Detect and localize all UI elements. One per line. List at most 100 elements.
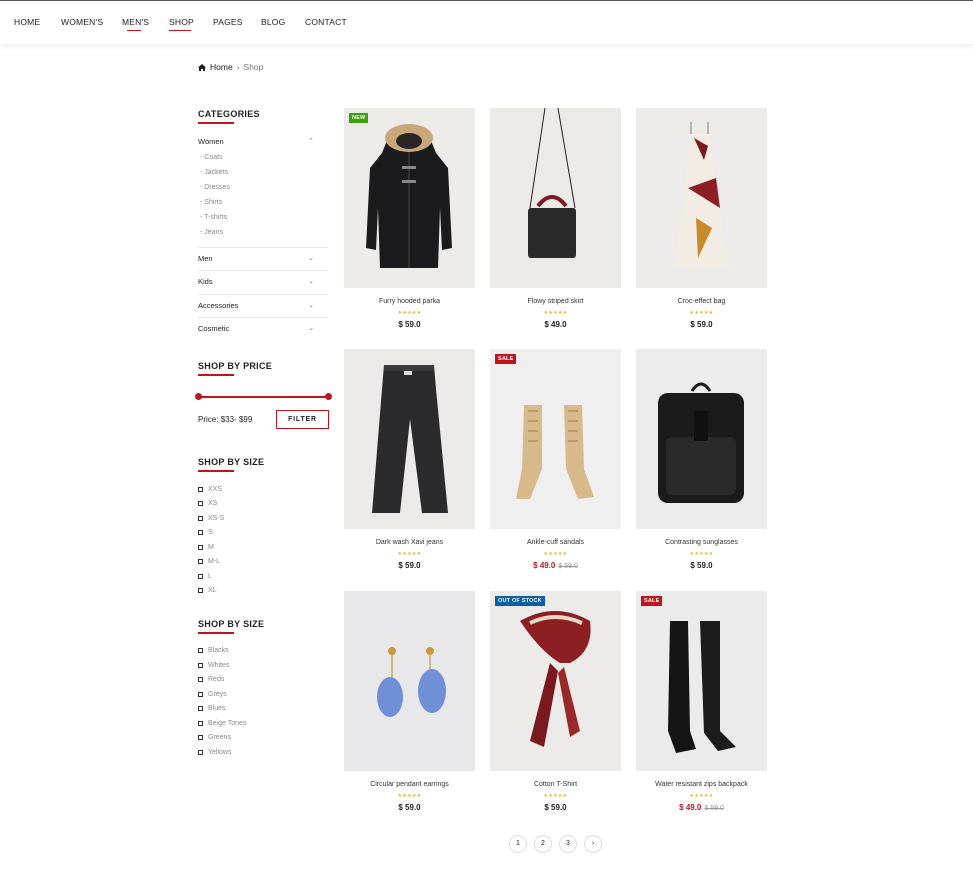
nav-home[interactable]: HOME bbox=[14, 17, 61, 27]
filter-button[interactable]: FILTER bbox=[276, 410, 329, 429]
checkbox[interactable] bbox=[198, 530, 203, 535]
product-price: $ 59.0 bbox=[636, 561, 767, 570]
sale-badge: SALE bbox=[641, 596, 663, 606]
scarf-illustration bbox=[520, 611, 591, 747]
nav-contact[interactable]: CONTACT bbox=[305, 17, 355, 27]
product-name[interactable]: Water resistant zips backpack bbox=[636, 781, 767, 788]
next-page-button[interactable]: › bbox=[584, 835, 602, 853]
product-name[interactable]: Flowy striped skirt bbox=[490, 298, 621, 305]
checkbox[interactable] bbox=[198, 692, 203, 697]
scarf-image[interactable]: OUT OF STOCK bbox=[490, 591, 621, 771]
size-option-xxs[interactable]: XXS bbox=[198, 486, 222, 493]
subcategory-jackets[interactable]: - Jackets bbox=[200, 169, 228, 176]
size-option-xs[interactable]: XS bbox=[198, 500, 217, 507]
checkbox[interactable] bbox=[198, 574, 203, 579]
price-min: $33 bbox=[220, 415, 235, 424]
subcategory-coats[interactable]: - Coats bbox=[200, 154, 223, 161]
product-name[interactable]: Cotton T-Shirt bbox=[490, 781, 621, 788]
checkbox[interactable] bbox=[198, 663, 203, 668]
old-price: $ 59.0 bbox=[558, 563, 578, 570]
product-name[interactable]: Furry hooded parka bbox=[344, 298, 475, 305]
size-option-m[interactable]: M bbox=[198, 544, 214, 551]
size-option-s[interactable]: S bbox=[198, 529, 213, 536]
tall-boots-image[interactable]: SALE bbox=[636, 591, 767, 771]
earrings-image[interactable] bbox=[344, 591, 475, 771]
product-price: $ 59.0 bbox=[344, 561, 475, 570]
subcategory-tshirts[interactable]: - T-shirts bbox=[200, 214, 227, 221]
checkbox[interactable] bbox=[198, 559, 203, 564]
boots-image[interactable]: SALE bbox=[490, 349, 621, 529]
size-label: M-L bbox=[208, 558, 221, 565]
price-filter-title: SHOP BY PRICE bbox=[198, 361, 273, 376]
checkbox[interactable] bbox=[198, 501, 203, 506]
product-price: $ 59.0 bbox=[490, 803, 621, 812]
page-3-button[interactable]: 3 bbox=[559, 835, 577, 853]
home-icon[interactable] bbox=[198, 63, 206, 71]
coat-image[interactable]: NEW bbox=[344, 108, 475, 288]
nav-shop[interactable]: SHOP bbox=[169, 17, 213, 31]
color-option-blacks[interactable]: Blacks bbox=[198, 647, 229, 654]
jeans-image[interactable] bbox=[344, 349, 475, 529]
color-option-beige-tones[interactable]: Beige Tones bbox=[198, 720, 246, 727]
subcategory-dresses[interactable]: - Dresses bbox=[200, 184, 230, 191]
checkbox[interactable] bbox=[198, 677, 203, 682]
product-name[interactable]: Circular pendant earrings bbox=[344, 781, 475, 788]
divider bbox=[198, 294, 328, 295]
product-name[interactable]: Croc-effect bag bbox=[636, 298, 767, 305]
color-option-reds[interactable]: Reds bbox=[198, 676, 224, 683]
checkbox[interactable] bbox=[198, 721, 203, 726]
size-option-xs-s[interactable]: XS-S bbox=[198, 515, 224, 522]
price-slider-max-handle[interactable] bbox=[325, 393, 332, 400]
category-label: Men bbox=[198, 254, 213, 263]
color-label: Greys bbox=[208, 691, 227, 698]
checkbox[interactable] bbox=[198, 545, 203, 550]
color-option-whites[interactable]: Whites bbox=[198, 662, 229, 669]
price-label: Price: bbox=[198, 415, 219, 424]
size-option-xl[interactable]: XL bbox=[198, 587, 217, 594]
checkbox[interactable] bbox=[198, 648, 203, 653]
color-label: Yellows bbox=[208, 749, 232, 756]
nav-womens[interactable]: WOMEN'S bbox=[61, 17, 122, 27]
top-navigation-bar: HOME WOMEN'S MEN'S SHOP PAGES BLOG CONTA… bbox=[0, 0, 973, 44]
color-option-greys[interactable]: Greys bbox=[198, 691, 227, 698]
category-cosmetic[interactable]: Cosmetic ⌄ bbox=[198, 324, 328, 333]
price-slider-track[interactable] bbox=[198, 396, 328, 398]
price-slider-min-handle[interactable] bbox=[195, 393, 202, 400]
page-1-button[interactable]: 1 bbox=[509, 835, 527, 853]
chevron-down-icon: ⌄ bbox=[308, 278, 314, 285]
bag-image[interactable] bbox=[490, 108, 621, 288]
backpack-image[interactable] bbox=[636, 349, 767, 529]
checkbox[interactable] bbox=[198, 487, 203, 492]
category-men[interactable]: Men ⌄ bbox=[198, 254, 328, 263]
nav-mens[interactable]: MEN'S bbox=[122, 17, 169, 31]
subcategory-shirts[interactable]: - Shirts bbox=[200, 199, 222, 206]
rating-stars: ★★★★★ bbox=[543, 793, 568, 799]
checkbox[interactable] bbox=[198, 516, 203, 521]
checkbox[interactable] bbox=[198, 706, 203, 711]
category-kids[interactable]: Kids ⌄ bbox=[198, 277, 328, 286]
subcategory-jeans[interactable]: - Jeans bbox=[200, 229, 223, 236]
product-name[interactable]: Contrasting sunglasses bbox=[636, 539, 767, 546]
checkbox[interactable] bbox=[198, 588, 203, 593]
checkbox[interactable] bbox=[198, 750, 203, 755]
subcategory-label: T-shirts bbox=[204, 214, 228, 221]
product-price: $ 59.0 bbox=[636, 320, 767, 329]
color-option-blues[interactable]: Blues bbox=[198, 705, 226, 712]
checkbox[interactable] bbox=[198, 735, 203, 740]
size-option-m-l[interactable]: M-L bbox=[198, 558, 220, 565]
product-name[interactable]: Dark wash Xavi jeans bbox=[344, 539, 475, 546]
color-option-yellows[interactable]: Yellows bbox=[198, 749, 231, 756]
page-2-button[interactable]: 2 bbox=[534, 835, 552, 853]
nav-blog[interactable]: BLOG bbox=[261, 17, 305, 27]
product-name[interactable]: Ankle-cuff sandals bbox=[490, 539, 621, 546]
product-price: $ 49.0 bbox=[490, 320, 621, 329]
dress-image[interactable] bbox=[636, 108, 767, 288]
category-accessories[interactable]: Accessories ⌄ bbox=[198, 301, 328, 310]
subcategory-label: Dresses bbox=[204, 184, 230, 191]
size-option-l[interactable]: L bbox=[198, 573, 212, 580]
color-option-greens[interactable]: Greens bbox=[198, 734, 231, 741]
nav-pages[interactable]: PAGES bbox=[213, 17, 261, 27]
breadcrumb-home[interactable]: Home bbox=[210, 62, 233, 72]
breadcrumb-separator: › bbox=[236, 62, 240, 72]
category-women[interactable]: Women ⌃ bbox=[198, 137, 328, 146]
